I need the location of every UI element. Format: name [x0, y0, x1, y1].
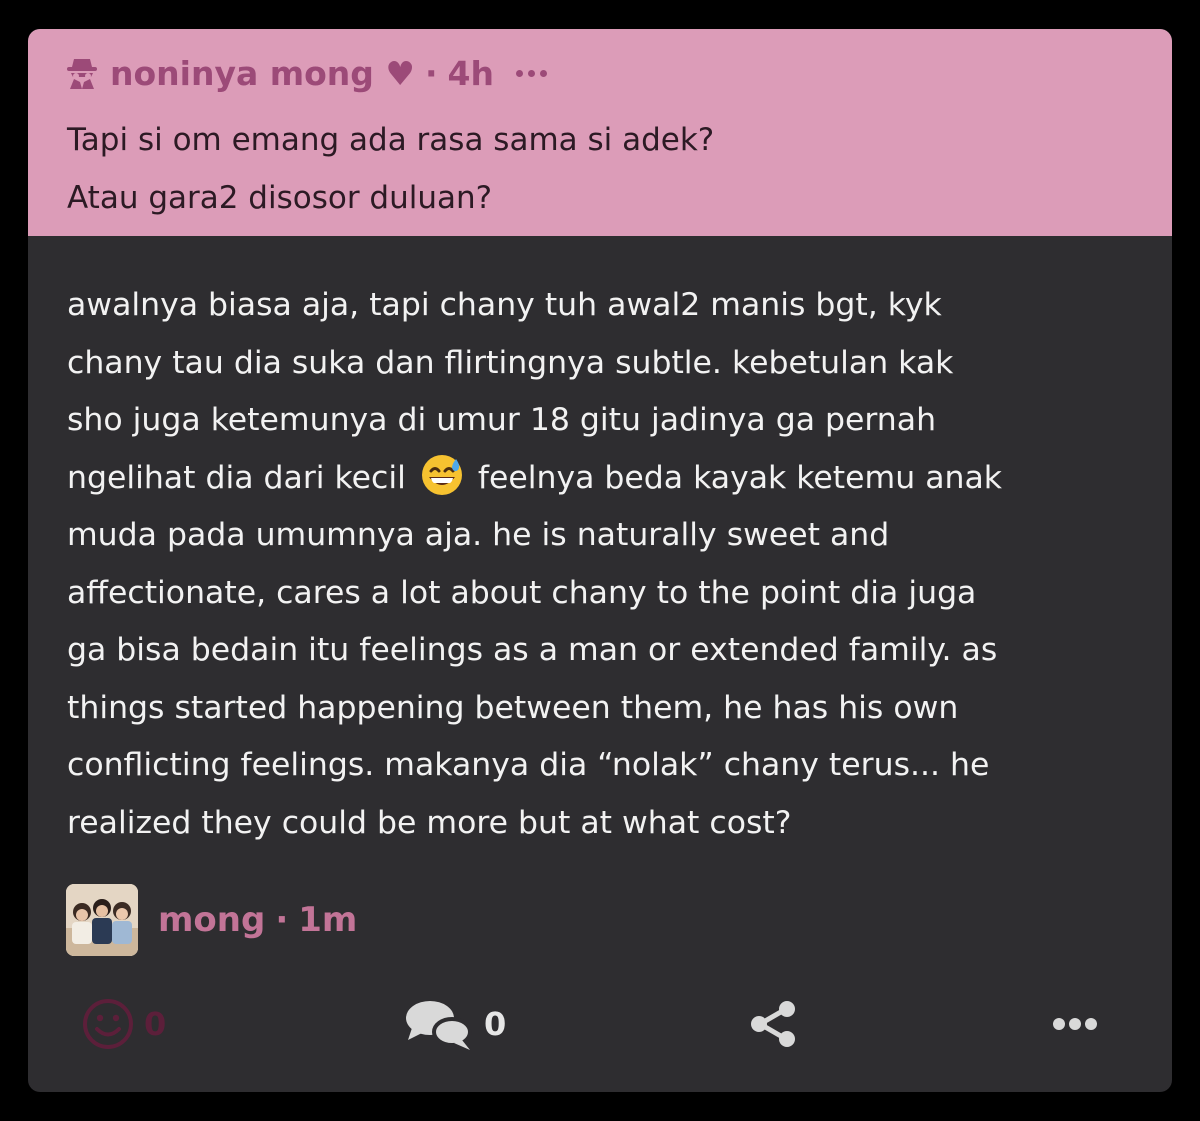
reply-text: awalnya biasa aja, tapi chany tuh awal2 … — [67, 277, 1147, 852]
quoted-line: Tapi si om emang ada rasa sama si adek? — [67, 122, 715, 158]
reply-line: muda pada umumnya aja. he is naturally s… — [67, 517, 890, 553]
reply-line: ga bisa bedain itu feelings as a man or … — [67, 632, 998, 668]
reaction-button[interactable]: 0 — [82, 989, 166, 1059]
author-name[interactable]: mong — [158, 900, 265, 940]
reaction-count: 0 — [144, 1005, 167, 1043]
action-bar: 0 0 — [28, 989, 1172, 1059]
quoted-post-time: 4h — [447, 53, 494, 93]
quoted-more-icon[interactable] — [516, 69, 547, 77]
reply-line-part: feelnya beda kayak ketemu anak — [477, 459, 1003, 496]
quoted-post[interactable]: noninya mong ♥ · 4h Tapi si om emang ada… — [28, 29, 1172, 236]
share-icon — [751, 1001, 795, 1047]
reply-line: ngelihat dia dari kecil feelnya beda kay… — [67, 450, 1147, 508]
reply-line: chany tau dia suka dan flirtingnya subtl… — [67, 344, 954, 381]
author-separator: · — [275, 900, 289, 940]
reply-author[interactable]: mong · 1m — [66, 884, 357, 956]
reply-line: sho juga ketemunya di umur 18 gitu jadin… — [67, 402, 937, 438]
smiley-icon — [83, 999, 133, 1049]
reply-line: conflicting feelings. makanya dia “nolak… — [67, 747, 990, 783]
reply-line-part: ngelihat dia dari kecil — [67, 459, 406, 496]
more-options-button[interactable] — [1052, 989, 1098, 1059]
comment-button[interactable]: 0 — [404, 989, 506, 1059]
quoted-separator: · — [424, 53, 438, 93]
comment-count: 0 — [484, 1005, 507, 1043]
avatar[interactable] — [66, 884, 138, 956]
incognito-icon — [67, 59, 97, 89]
reply-line: affectionate, cares a lot about chany to… — [67, 574, 977, 611]
quoted-post-header: noninya mong ♥ · 4h — [64, 51, 547, 95]
post-card: noninya mong ♥ · 4h Tapi si om emang ada… — [28, 29, 1172, 1092]
grinning-sweat-emoji-icon — [421, 454, 462, 495]
share-button[interactable] — [748, 989, 800, 1059]
quoted-author-name[interactable]: noninya mong ♥ — [110, 54, 415, 93]
avatar-photo — [66, 884, 138, 956]
reply-line: awalnya biasa aja, tapi chany tuh awal2 … — [67, 287, 942, 323]
more-icon — [1053, 1018, 1097, 1030]
quoted-line: Atau gara2 disosor duluan? — [67, 180, 493, 216]
reply-line: realized they could be more but at what … — [67, 804, 792, 841]
reply-line: things started happening between them, h… — [67, 689, 959, 726]
comments-icon — [406, 1001, 472, 1050]
quoted-post-text: Tapi si om emang ada rasa sama si adek? … — [67, 111, 1127, 227]
reply-time: 1m — [298, 900, 358, 940]
